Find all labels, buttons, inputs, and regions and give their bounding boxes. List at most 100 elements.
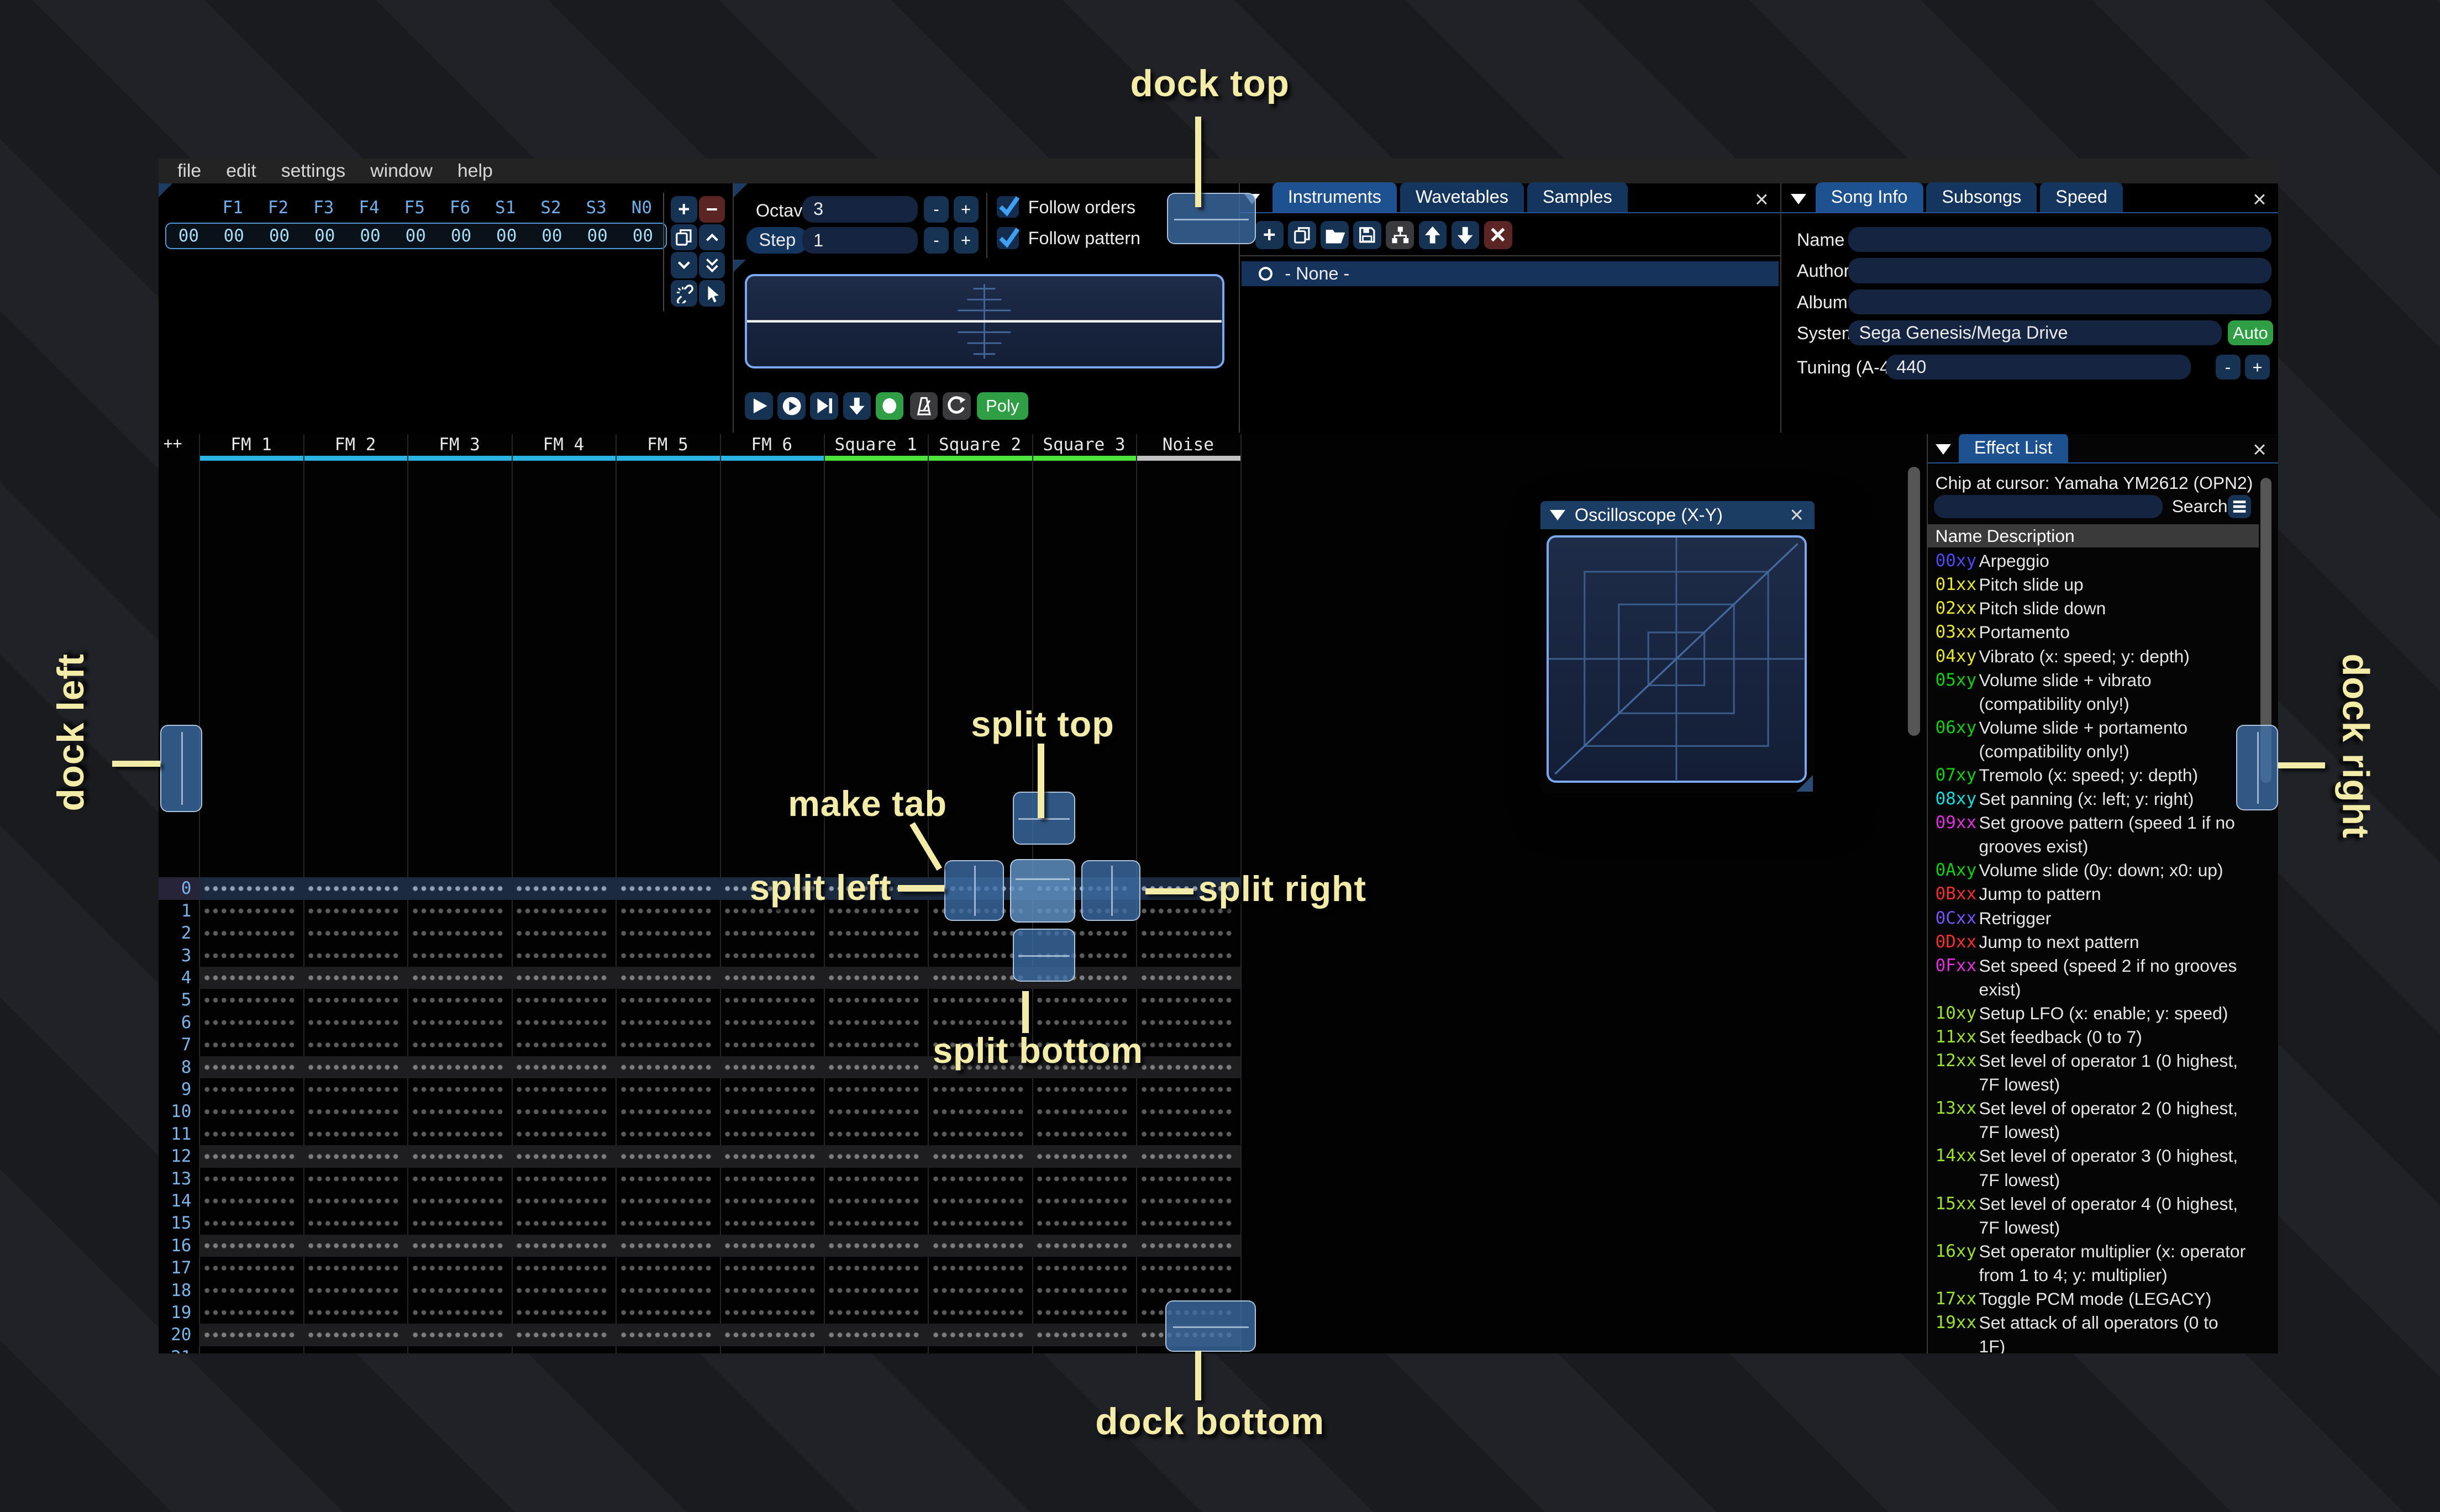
pattern-cell[interactable] (724, 989, 818, 1011)
effect-row[interactable]: 11xx Set feedback (0 to 7) (1928, 1025, 2259, 1049)
pattern-cell[interactable] (724, 944, 818, 967)
pattern-cell[interactable] (203, 1056, 297, 1078)
channel-header-fm-6[interactable]: FM 6 (720, 434, 824, 456)
effect-row[interactable]: 16xy Set operator multiplier (x: operator… (1928, 1240, 2259, 1287)
pattern-cell[interactable] (724, 1011, 818, 1034)
pattern-corner[interactable]: ++ (164, 434, 182, 452)
author-input[interactable] (1848, 258, 2271, 283)
pattern-cell[interactable] (932, 1234, 1026, 1257)
pattern-cell[interactable] (828, 1257, 922, 1279)
instrument-list-item[interactable]: - None - (1241, 261, 1779, 287)
pattern-cell[interactable] (724, 1056, 818, 1078)
pattern-cell[interactable] (516, 1212, 610, 1235)
pattern-cell[interactable] (308, 922, 402, 945)
pattern-cell[interactable] (932, 922, 1026, 945)
pattern-cell[interactable] (203, 1212, 297, 1235)
pattern-cell[interactable] (516, 1234, 610, 1257)
pattern-cell[interactable] (516, 877, 610, 900)
effect-list-menu-button[interactable] (2228, 494, 2252, 518)
pattern-cell[interactable] (412, 1056, 506, 1078)
pattern-cell[interactable] (724, 1189, 818, 1213)
pattern-cell[interactable] (412, 922, 506, 945)
pattern-cell[interactable] (1140, 1078, 1234, 1101)
pattern-cell[interactable] (1140, 1123, 1234, 1146)
pattern-cell[interactable] (203, 1324, 297, 1346)
menu-edit[interactable]: edit (214, 159, 269, 183)
pattern-cell[interactable] (1037, 1167, 1130, 1190)
pattern-cell[interactable] (828, 1234, 922, 1257)
pattern-cell[interactable] (516, 1145, 610, 1168)
tab-subsongs[interactable]: Subsongs (1926, 182, 2037, 212)
menu-file[interactable]: file (165, 159, 214, 183)
pattern-cell[interactable] (620, 1189, 714, 1213)
order-cell[interactable]: 00 (529, 226, 575, 246)
channel-header-square-3[interactable]: Square 3 (1032, 434, 1136, 456)
split-right-button[interactable] (1081, 860, 1141, 921)
close-icon[interactable]: × (1755, 187, 1769, 210)
order-down-button[interactable] (670, 252, 697, 279)
pattern-cell[interactable] (620, 1324, 714, 1346)
split-bottom-button[interactable] (1013, 929, 1076, 982)
pattern-cell[interactable] (1140, 944, 1234, 967)
pattern-cell[interactable] (1037, 1189, 1130, 1213)
pattern-cell[interactable] (932, 1212, 1026, 1235)
oscilloscope-xy-window[interactable]: Oscilloscope (X-Y) × (1540, 501, 1815, 794)
order-cell[interactable]: 00 (211, 226, 256, 246)
pattern-cell[interactable] (412, 1301, 506, 1324)
pattern-cell[interactable] (308, 1324, 402, 1346)
pattern-cell[interactable] (828, 989, 922, 1011)
poly-button[interactable]: Poly (976, 392, 1028, 420)
order-cell[interactable]: 00 (348, 226, 393, 246)
pattern-cell[interactable] (203, 1301, 297, 1324)
effect-row[interactable]: 03xx Portamento (1928, 620, 2259, 644)
metronome-button[interactable] (909, 392, 938, 420)
effect-row[interactable]: 0Bxx Jump to pattern (1928, 882, 2259, 906)
move-instrument-down-button[interactable] (1451, 220, 1480, 249)
pattern-cell[interactable] (308, 1257, 402, 1279)
pattern-cell[interactable] (1140, 1189, 1234, 1213)
tuning-input[interactable]: 440 (1885, 355, 2191, 380)
step-plus-button[interactable]: + (953, 227, 979, 254)
play-song-button[interactable] (777, 392, 806, 420)
move-instrument-up-button[interactable] (1418, 220, 1447, 249)
effect-row[interactable]: 12xx Set level of operator 1 (0 highest, … (1928, 1049, 2259, 1097)
channel-header-square-2[interactable]: Square 2 (928, 434, 1032, 456)
pattern-cell[interactable] (308, 877, 402, 900)
close-icon[interactable]: × (1790, 503, 1803, 526)
pattern-cell[interactable] (308, 1234, 402, 1257)
pattern-cell[interactable] (724, 1257, 818, 1279)
pattern-cell[interactable] (620, 899, 714, 923)
pattern-cell[interactable] (828, 922, 922, 945)
pattern-cell[interactable] (203, 1279, 297, 1302)
record-button[interactable] (875, 392, 904, 420)
pattern-cell[interactable] (308, 1212, 402, 1235)
pattern-cell[interactable] (1140, 1212, 1234, 1235)
effect-row[interactable]: 19xx Set attack of all operators (0 to 1F… (1928, 1311, 2259, 1353)
pattern-cell[interactable] (516, 1056, 610, 1078)
effect-row[interactable]: 09xx Set groove pattern (speed 1 if no gr… (1928, 811, 2259, 858)
pattern-cell[interactable] (1140, 966, 1234, 989)
pattern-cell[interactable] (516, 1324, 610, 1346)
pattern-cell[interactable] (308, 1034, 402, 1056)
pattern-cell[interactable] (828, 966, 922, 989)
tab-samples[interactable]: Samples (1527, 182, 1628, 212)
pattern-cell[interactable] (308, 1167, 402, 1190)
pattern-cell[interactable] (724, 1078, 818, 1101)
pattern-cell[interactable] (516, 966, 610, 989)
order-cell[interactable]: 00 (620, 226, 665, 246)
order-cell[interactable]: 00 (484, 226, 529, 246)
pattern-cell[interactable] (412, 899, 506, 923)
pattern-cell[interactable] (203, 944, 297, 967)
pattern-cell[interactable] (308, 1123, 402, 1146)
pattern-cell[interactable] (516, 922, 610, 945)
pattern-cell[interactable] (620, 1279, 714, 1302)
effect-row[interactable]: 02xx Pitch slide down (1928, 597, 2259, 620)
pattern-cell[interactable] (724, 1123, 818, 1146)
tab-instruments[interactable]: Instruments (1272, 182, 1397, 212)
pattern-cell[interactable] (724, 1034, 818, 1056)
pattern-cell[interactable] (932, 1257, 1026, 1279)
effect-row[interactable]: 01xx Pitch slide up (1928, 573, 2259, 597)
pattern-cell[interactable] (932, 1279, 1026, 1302)
tab-wavetables[interactable]: Wavetables (1400, 182, 1524, 212)
menu-window[interactable]: window (358, 159, 445, 183)
